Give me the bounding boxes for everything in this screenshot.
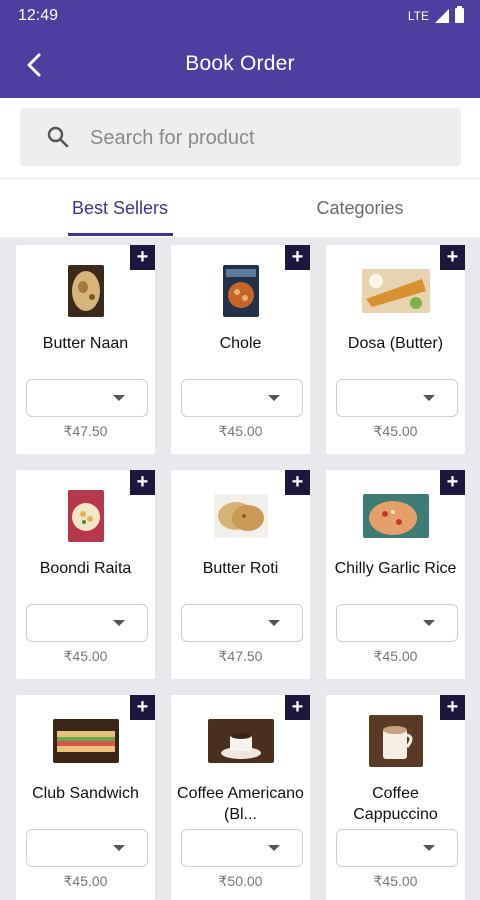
product-grid: + Butter Naan ₹47.50 + Chole ₹45.00 + Do…	[0, 237, 480, 900]
product-price: ₹45.00	[63, 873, 108, 889]
chevron-down-icon	[423, 845, 435, 851]
product-price: ₹47.50	[218, 648, 263, 664]
coffee-cappuccino-image	[368, 715, 423, 767]
chevron-down-icon	[113, 620, 125, 626]
status-time: 12:49	[18, 7, 59, 24]
product-card[interactable]: + Butter Roti ₹47.50	[171, 470, 310, 679]
club-sandwich-image	[52, 719, 119, 763]
product-card[interactable]: + Club Sandwich ₹45.00	[16, 695, 155, 900]
add-product-button[interactable]: +	[285, 245, 310, 270]
search-box[interactable]	[20, 108, 461, 166]
search-section	[0, 98, 480, 179]
add-product-button[interactable]: +	[285, 695, 310, 720]
coffee-americano-image	[207, 719, 274, 763]
product-card[interactable]: + Coffee Cappuccino ₹45.00	[326, 695, 465, 900]
chevron-down-icon	[113, 845, 125, 851]
tab-categories[interactable]: Categories	[240, 179, 480, 237]
variant-dropdown[interactable]	[336, 829, 458, 867]
variant-dropdown[interactable]	[26, 379, 148, 417]
add-product-button[interactable]: +	[285, 470, 310, 495]
chevron-down-icon	[268, 845, 280, 851]
signal-icon	[435, 8, 449, 23]
product-price: ₹50.00	[218, 873, 263, 889]
search-input[interactable]	[88, 120, 432, 156]
chevron-down-icon	[268, 620, 280, 626]
active-tab-indicator	[68, 233, 173, 236]
chevron-down-icon	[423, 620, 435, 626]
app-bar: Book Order	[0, 32, 480, 98]
variant-dropdown[interactable]	[336, 379, 458, 417]
network-label: LTE	[407, 8, 429, 23]
product-name: Coffee Cappuccino	[353, 785, 438, 823]
battery-icon	[455, 6, 464, 23]
product-price: ₹45.00	[373, 873, 418, 889]
product-price: ₹45.00	[63, 648, 108, 664]
product-card[interactable]: + Butter Naan ₹47.50	[16, 245, 155, 454]
product-card[interactable]: + Chole ₹45.00	[171, 245, 310, 454]
variant-dropdown[interactable]	[336, 604, 458, 642]
product-price: ₹45.00	[373, 648, 418, 664]
search-icon	[47, 126, 69, 148]
butter-naan-image	[67, 265, 104, 317]
add-product-button[interactable]: +	[440, 245, 465, 270]
butter-roti-image	[213, 494, 268, 538]
variant-dropdown[interactable]	[181, 379, 303, 417]
product-name: Boondi Raita	[39, 560, 132, 577]
product-name: Coffee Americano (Bl...	[177, 785, 304, 823]
product-price: ₹45.00	[218, 423, 263, 439]
product-price: ₹47.50	[63, 423, 108, 439]
variant-dropdown[interactable]	[26, 829, 148, 867]
product-card[interactable]: + Chilly Garlic Rice ₹45.00	[326, 470, 465, 679]
chevron-down-icon	[423, 395, 435, 401]
page-title: Book Order	[185, 52, 295, 75]
status-bar: 12:49 LTE	[0, 0, 480, 32]
product-name: Chilly Garlic Rice	[334, 560, 457, 577]
product-card[interactable]: + Boondi Raita ₹45.00	[16, 470, 155, 679]
product-name: Chole	[219, 335, 262, 352]
chevron-down-icon	[113, 395, 125, 401]
boondi-raita-image	[67, 490, 104, 542]
chevron-down-icon	[268, 395, 280, 401]
chilly-garlic-rice-image	[362, 494, 429, 538]
dosa-image	[361, 269, 430, 313]
product-name: Dosa (Butter)	[347, 335, 444, 352]
product-price: ₹45.00	[373, 423, 418, 439]
variant-dropdown[interactable]	[181, 829, 303, 867]
status-icons: LTE	[407, 6, 464, 23]
variant-dropdown[interactable]	[26, 604, 148, 642]
add-product-button[interactable]: +	[130, 470, 155, 495]
add-product-button[interactable]: +	[440, 695, 465, 720]
chole-image	[222, 265, 259, 317]
product-card[interactable]: + Coffee Americano (Bl... ₹50.00	[171, 695, 310, 900]
tab-bar: Best Sellers Categories	[0, 179, 480, 237]
add-product-button[interactable]: +	[440, 470, 465, 495]
product-name: Club Sandwich	[32, 785, 139, 802]
variant-dropdown[interactable]	[181, 604, 303, 642]
product-name: Butter Naan	[42, 335, 129, 352]
product-card[interactable]: + Dosa (Butter) ₹45.00	[326, 245, 465, 454]
add-product-button[interactable]: +	[130, 245, 155, 270]
tab-best-sellers[interactable]: Best Sellers	[0, 179, 240, 237]
add-product-button[interactable]: +	[130, 695, 155, 720]
product-name: Butter Roti	[202, 560, 279, 577]
